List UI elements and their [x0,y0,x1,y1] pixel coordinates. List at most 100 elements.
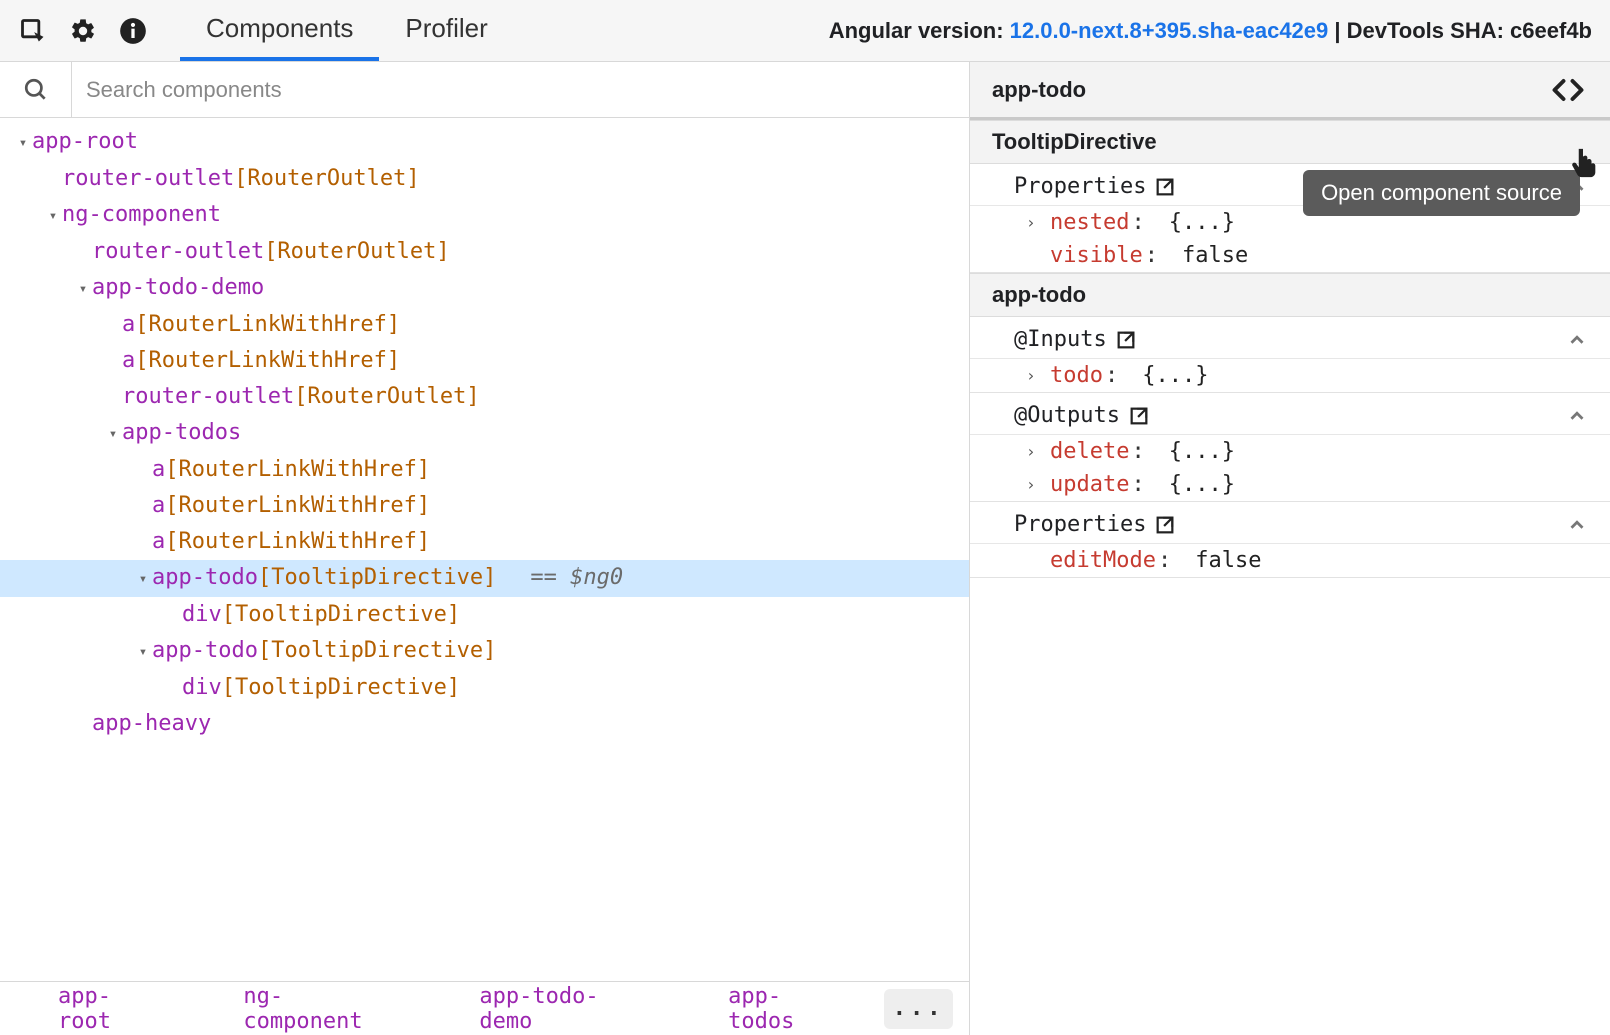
devtools-sha: c6eef4b [1510,18,1592,43]
directive-brackets: [TooltipDirective] [222,602,460,627]
property-value: {...} [1142,363,1208,388]
tree-row[interactable]: router-outlet[RouterOutlet] [0,379,969,415]
property-key: delete [1050,439,1129,464]
open-source-tooltip: Open component source [1303,170,1580,216]
tree-row[interactable]: ▾app-todos [0,415,969,452]
tree-row[interactable]: ▾app-todo[TooltipDirective] == $ng0 [0,560,969,597]
property-colon: : [1131,439,1144,464]
tree-row[interactable]: ▾app-todo-demo [0,270,969,307]
search-row [0,62,969,118]
breadcrumb-item[interactable]: app-todo-demo [437,984,686,1034]
tree-row[interactable]: a[RouterLinkWithHref] [0,452,969,488]
property-row[interactable]: ›delete :{...} [970,435,1610,468]
breadcrumb-item[interactable]: app-root [16,984,201,1034]
caret-icon[interactable]: ▾ [104,416,122,452]
expand-caret-icon[interactable]: › [1026,475,1050,494]
external-link-icon[interactable] [1146,514,1176,536]
directive-brackets: [RouterLinkWithHref] [135,348,400,373]
search-input[interactable] [72,62,969,117]
property-colon: : [1145,243,1158,268]
group-header[interactable]: @Outputs [970,393,1610,435]
toolbar: Components Profiler Angular version: 12.… [0,0,1610,62]
tab-profiler[interactable]: Profiler [379,0,513,61]
chevron-up-icon[interactable] [1566,514,1588,536]
expand-caret-icon[interactable]: › [1026,442,1050,461]
group-header[interactable]: @Inputs [970,317,1610,359]
chevron-up-icon[interactable] [1566,329,1588,351]
ng0-hint: == $ng0 [530,565,623,590]
component-name: a [152,457,165,482]
property-row[interactable]: ›update :{...} [970,468,1610,501]
selected-component-header: app-todo [970,62,1610,120]
breadcrumb-more[interactable]: ... [884,989,953,1029]
caret-icon[interactable]: ▾ [134,634,152,670]
component-tree[interactable]: ▾app-rootrouter-outlet[RouterOutlet]▾ng-… [0,118,969,981]
inspect-element-icon[interactable] [10,8,56,54]
property-value: {...} [1169,472,1235,497]
component-name: app-todo [152,565,258,590]
group-header[interactable]: Properties [970,502,1610,544]
tree-row[interactable]: div[TooltipDirective] [0,670,969,706]
property-colon: : [1131,472,1144,497]
tree-row[interactable]: ▾ng-component [0,197,969,234]
caret-icon[interactable]: ▾ [74,271,92,307]
component-name: app-root [32,129,138,154]
tree-row[interactable]: ▾app-root [0,124,969,161]
component-name: app-todo-demo [92,275,264,300]
external-link-icon[interactable] [1120,405,1150,427]
tree-row[interactable]: a[RouterLinkWithHref] [0,488,969,524]
tree-row[interactable]: a[RouterLinkWithHref] [0,524,969,560]
property-colon: : [1131,210,1144,235]
tree-row[interactable]: app-heavy [0,706,969,742]
property-key: editMode [1050,548,1156,573]
group-label: Properties [1014,174,1146,199]
external-link-icon[interactable] [1146,176,1176,198]
property-colon: : [1105,363,1118,388]
tree-row[interactable]: ▾app-todo[TooltipDirective] [0,633,969,670]
directive-brackets: [RouterOutlet] [234,166,419,191]
directive-brackets: [RouterLinkWithHref] [165,457,430,482]
tab-components[interactable]: Components [180,0,379,61]
property-key: visible [1050,243,1143,268]
group-label: @Outputs [1014,403,1120,428]
tree-row[interactable]: router-outlet[RouterOutlet] [0,234,969,270]
component-name: app-todos [122,420,241,445]
expand-caret-icon[interactable]: › [1026,213,1050,232]
property-row[interactable]: visible: false [970,239,1610,272]
directive-brackets: [TooltipDirective] [258,565,496,590]
expand-caret-icon[interactable]: › [1026,366,1050,385]
directive-brackets: [RouterOutlet] [294,384,479,409]
component-name: a [122,312,135,337]
devtools-label: | DevTools SHA: [1328,18,1510,43]
version-info: Angular version: 12.0.0-next.8+395.sha-e… [829,18,1600,44]
settings-gear-icon[interactable] [60,8,106,54]
tree-row[interactable]: router-outlet[RouterOutlet] [0,161,969,197]
property-row[interactable]: ›todo :{...} [970,359,1610,392]
breadcrumb-item[interactable]: app-todos [686,984,884,1034]
component-name: router-outlet [122,384,294,409]
property-row[interactable]: editMode:false [970,544,1610,577]
search-icon[interactable] [0,62,72,117]
component-name: router-outlet [92,239,264,264]
open-source-button[interactable] [1548,70,1588,110]
version-label: Angular version: [829,18,1010,43]
directive-brackets: [RouterLinkWithHref] [165,529,430,554]
info-icon[interactable] [110,8,156,54]
property-key: nested [1050,210,1129,235]
directive-brackets: [TooltipDirective] [258,638,496,663]
tree-row[interactable]: div[TooltipDirective] [0,597,969,633]
property-value: false [1182,243,1248,268]
breadcrumb: app-rootng-componentapp-todo-demoapp-tod… [0,981,969,1035]
section-title: app-todo [970,273,1610,317]
caret-icon[interactable]: ▾ [14,125,32,161]
directive-brackets: [RouterOutlet] [264,239,449,264]
property-value: false [1195,548,1261,573]
tree-row[interactable]: a[RouterLinkWithHref] [0,307,969,343]
breadcrumb-item[interactable]: ng-component [201,984,437,1034]
property-value: {...} [1169,210,1235,235]
external-link-icon[interactable] [1107,329,1137,351]
caret-icon[interactable]: ▾ [44,198,62,234]
tree-row[interactable]: a[RouterLinkWithHref] [0,343,969,379]
caret-icon[interactable]: ▾ [134,561,152,597]
chevron-up-icon[interactable] [1566,405,1588,427]
